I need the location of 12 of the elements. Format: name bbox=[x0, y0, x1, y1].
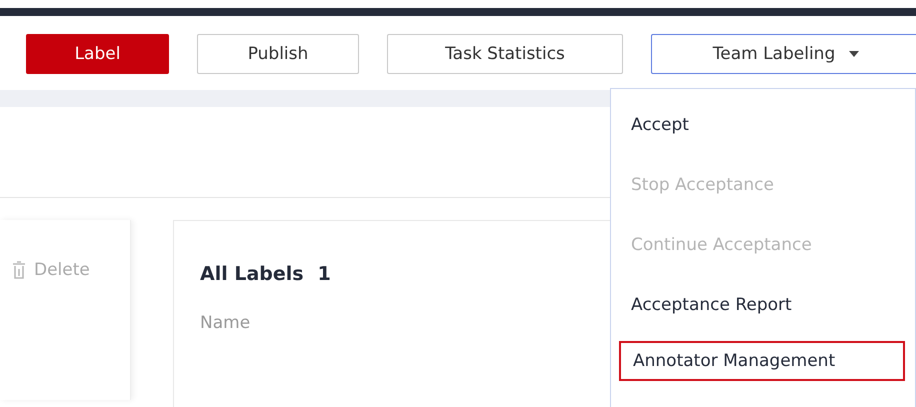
menu-item[interactable]: Accept bbox=[619, 101, 905, 149]
menu-item[interactable]: Annotator Management bbox=[619, 341, 905, 381]
label-button[interactable]: Label bbox=[26, 34, 169, 74]
toolbar-button[interactable]: Publish bbox=[197, 34, 359, 74]
menu-item[interactable]: Acceptance Report bbox=[619, 281, 905, 329]
toolbar-button[interactable]: Task Statistics bbox=[387, 34, 623, 74]
card-title: All Labels bbox=[200, 263, 304, 285]
caret-icon bbox=[849, 51, 860, 57]
dropdown-button[interactable]: Team Labeling bbox=[651, 34, 916, 74]
label-count: 1 bbox=[318, 263, 331, 285]
trash-icon bbox=[12, 261, 26, 279]
column-header: Name bbox=[200, 313, 252, 333]
